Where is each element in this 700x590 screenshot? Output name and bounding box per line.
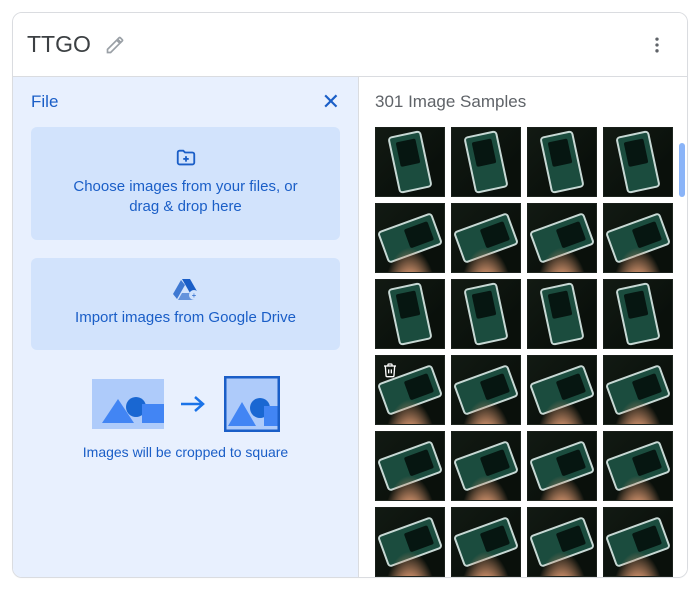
sample-thumb[interactable] [375, 279, 445, 349]
sample-thumb[interactable] [375, 355, 445, 425]
sample-thumb[interactable] [451, 507, 521, 577]
folder-add-icon [174, 147, 198, 169]
class-header: TTGO [13, 13, 687, 77]
sample-thumb[interactable] [451, 431, 521, 501]
sample-thumb[interactable] [375, 127, 445, 197]
crop-dst-image [224, 376, 280, 432]
sample-thumb[interactable] [603, 355, 673, 425]
sample-thumb[interactable] [527, 355, 597, 425]
file-panel-header: File ✕ [31, 77, 340, 127]
close-icon[interactable]: ✕ [322, 91, 340, 113]
sample-thumb[interactable] [527, 431, 597, 501]
class-title: TTGO [27, 31, 91, 58]
sample-thumb[interactable] [527, 279, 597, 349]
sample-thumb[interactable] [451, 203, 521, 273]
file-tab-label: File [31, 92, 58, 112]
svg-text:+: + [191, 291, 196, 300]
sample-thumb[interactable] [451, 355, 521, 425]
drive-hint: Import images from Google Drive [75, 308, 296, 328]
sample-thumb[interactable] [451, 127, 521, 197]
kebab-icon[interactable] [641, 29, 673, 61]
sample-thumb[interactable] [603, 431, 673, 501]
drive-import[interactable]: + Import images from Google Drive [31, 258, 340, 350]
sample-thumb[interactable] [375, 507, 445, 577]
file-panel: File ✕ Choose images from your files, or… [13, 77, 359, 577]
upload-dropzone[interactable]: Choose images from your files, or drag &… [31, 127, 340, 240]
arrow-right-icon [180, 394, 208, 414]
sample-thumb[interactable] [603, 127, 673, 197]
samples-panel: 301 Image Samples [359, 77, 687, 577]
sample-thumb[interactable] [603, 279, 673, 349]
sample-thumb[interactable] [375, 203, 445, 273]
samples-grid-wrap [359, 127, 687, 577]
sample-thumb[interactable] [527, 203, 597, 273]
sample-thumb[interactable] [527, 507, 597, 577]
drive-add-icon: + [173, 278, 199, 300]
crop-src-image [92, 379, 164, 429]
scrollbar-thumb[interactable] [679, 143, 685, 197]
sample-thumb[interactable] [603, 507, 673, 577]
upload-hint: Choose images from your files, or drag &… [59, 177, 312, 218]
samples-grid [375, 127, 681, 577]
sample-thumb[interactable] [375, 431, 445, 501]
samples-title: 301 Image Samples [359, 77, 687, 127]
sample-thumb[interactable] [451, 279, 521, 349]
pencil-icon[interactable] [105, 35, 125, 55]
sample-thumb[interactable] [603, 203, 673, 273]
crop-illustration [31, 376, 340, 432]
class-card: TTGO File ✕ [12, 12, 688, 578]
trash-icon[interactable] [379, 359, 401, 381]
crop-caption: Images will be cropped to square [31, 444, 340, 460]
sample-thumb[interactable] [527, 127, 597, 197]
